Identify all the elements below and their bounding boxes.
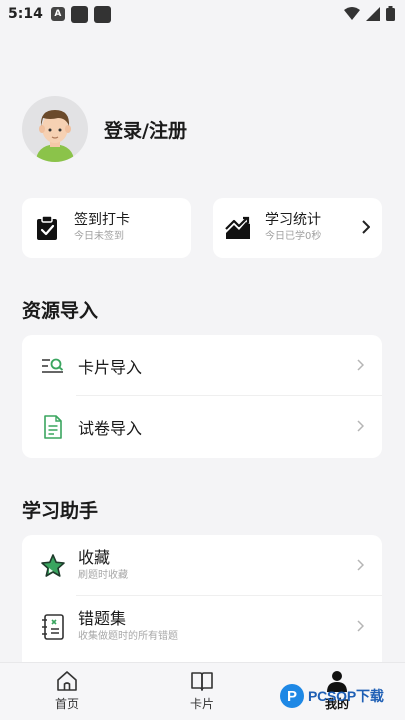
wrong-questions-subtitle: 收集做题时的所有错题 (78, 630, 178, 642)
stats-text: 学习统计 今日已学0秒 (265, 211, 321, 245)
nav-home[interactable]: 首页 (32, 669, 102, 712)
card-import-row[interactable]: 卡片导入 (22, 335, 382, 396)
checkin-subtitle: 今日未签到 (74, 231, 124, 242)
nav-cards[interactable]: 卡片 (167, 669, 237, 712)
study-helper-title: 学习助手 (22, 500, 99, 522)
paper-import-label: 试卷导入 (78, 418, 143, 438)
profile-header[interactable]: 登录/注册 (22, 96, 187, 162)
signal-icon (366, 6, 380, 21)
chevron-right-icon (362, 220, 370, 234)
stats-subtitle: 今日已学0秒 (265, 231, 322, 242)
star-icon (40, 553, 66, 579)
chevron-right-icon (357, 420, 364, 432)
home-icon (57, 671, 77, 691)
notification-icon (70, 5, 88, 23)
watermark-text: PCSOP下载 (308, 688, 384, 704)
trend-chart-icon (225, 216, 250, 239)
nav-cards-label: 卡片 (189, 697, 214, 711)
chevron-right-icon (357, 620, 364, 632)
status-bar: 5:14 A (0, 0, 405, 28)
login-register-link[interactable]: 登录/注册 (104, 116, 187, 143)
chevron-right-icon (357, 359, 364, 371)
favorites-subtitle: 刷题时收藏 (78, 569, 128, 581)
favorites-row[interactable]: 收藏 刷题时收藏 (22, 535, 382, 596)
nav-home-label: 首页 (54, 697, 79, 711)
checkin-card[interactable]: 签到打卡 今日未签到 (22, 198, 191, 258)
clipboard-check-icon (37, 215, 57, 240)
card-search-icon (40, 353, 66, 379)
wrong-questions-title: 错题集 (78, 608, 127, 628)
card-import-label: 卡片导入 (78, 357, 143, 377)
wrong-questions-row[interactable]: 错题集 收集做题时的所有错题 (22, 596, 382, 657)
status-time: 5:14 (8, 6, 43, 22)
study-helper-card: 收藏 刷题时收藏 错题集 收集做题时的所有错题 (22, 535, 382, 675)
favorites-title: 收藏 (78, 547, 111, 567)
avatar[interactable] (22, 96, 88, 162)
study-stats-card[interactable]: 学习统计 今日已学0秒 (213, 198, 382, 258)
watermark: P PCSOP下载 (280, 684, 384, 708)
wrong-book-icon (40, 613, 66, 640)
paper-import-row[interactable]: 试卷导入 (22, 396, 382, 457)
stats-title: 学习统计 (265, 212, 321, 228)
checkin-title: 签到打卡 (74, 212, 130, 228)
watermark-badge: P (280, 684, 304, 708)
status-icons (344, 6, 395, 21)
book-icon (191, 672, 213, 691)
document-icon (40, 414, 66, 440)
favorites-text: 收藏 刷题时收藏 (78, 548, 128, 584)
resource-import-card: 卡片导入 试卷导入 (22, 335, 382, 458)
notification-a-icon: A (50, 7, 65, 21)
wifi-icon (344, 6, 360, 20)
chevron-right-icon (357, 559, 364, 571)
battery-icon (386, 6, 395, 21)
resource-import-title: 资源导入 (22, 300, 99, 322)
checkin-text: 签到打卡 今日未签到 (74, 211, 130, 245)
wrong-questions-text: 错题集 收集做题时的所有错题 (78, 609, 178, 645)
notification-icon (93, 5, 111, 23)
